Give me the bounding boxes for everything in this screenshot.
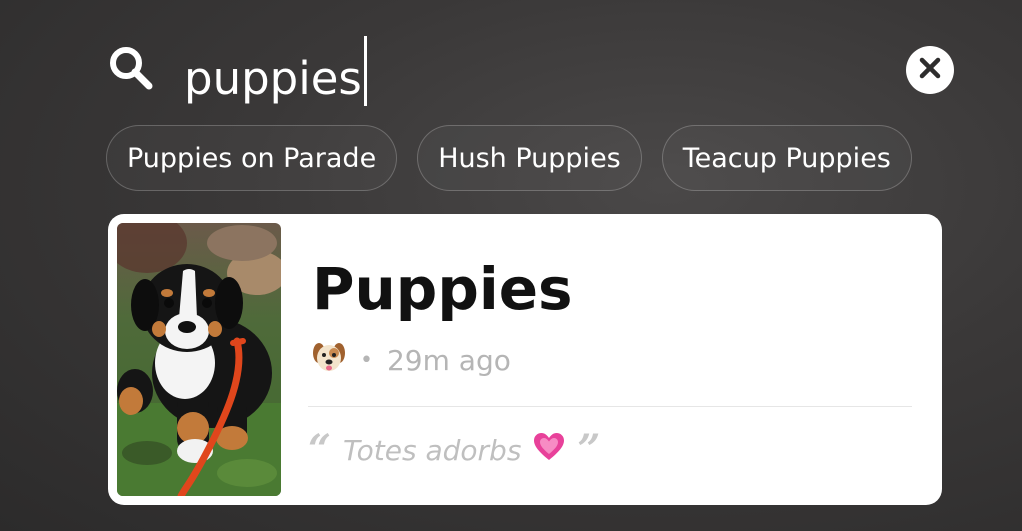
suggestion-chips: Puppies on Parade Hush Puppies Teacup Pu… (106, 125, 912, 191)
result-card[interactable]: Puppies • 29m ago “ Totes adorbs ” (108, 214, 942, 505)
result-time: 29m ago (386, 343, 511, 377)
result-meta: • 29m ago (312, 342, 511, 378)
suggestion-chip[interactable]: Teacup Puppies (661, 125, 912, 191)
close-quote-mark: ” (577, 426, 601, 473)
open-quote-mark: “ (308, 426, 332, 473)
search-icon (108, 45, 154, 91)
result-quote: “ Totes adorbs ” (308, 428, 600, 472)
divider (308, 406, 912, 407)
quote-text: Totes adorbs (343, 433, 522, 467)
dog-face-emoji-icon (312, 340, 346, 381)
puppy-thumbnail (117, 223, 281, 496)
separator-dot: • (360, 347, 373, 373)
text-cursor (363, 36, 367, 106)
search-input[interactable]: puppies (184, 36, 367, 110)
clear-search-button[interactable] (906, 46, 954, 94)
close-icon (919, 57, 941, 83)
growing-heart-emoji-icon (533, 432, 565, 469)
result-title: Puppies (312, 255, 573, 323)
suggestion-chip[interactable]: Puppies on Parade (106, 125, 398, 191)
suggestion-chip[interactable]: Hush Puppies (417, 125, 642, 191)
search-bar[interactable]: puppies (108, 28, 954, 106)
search-query: puppies (184, 52, 362, 105)
